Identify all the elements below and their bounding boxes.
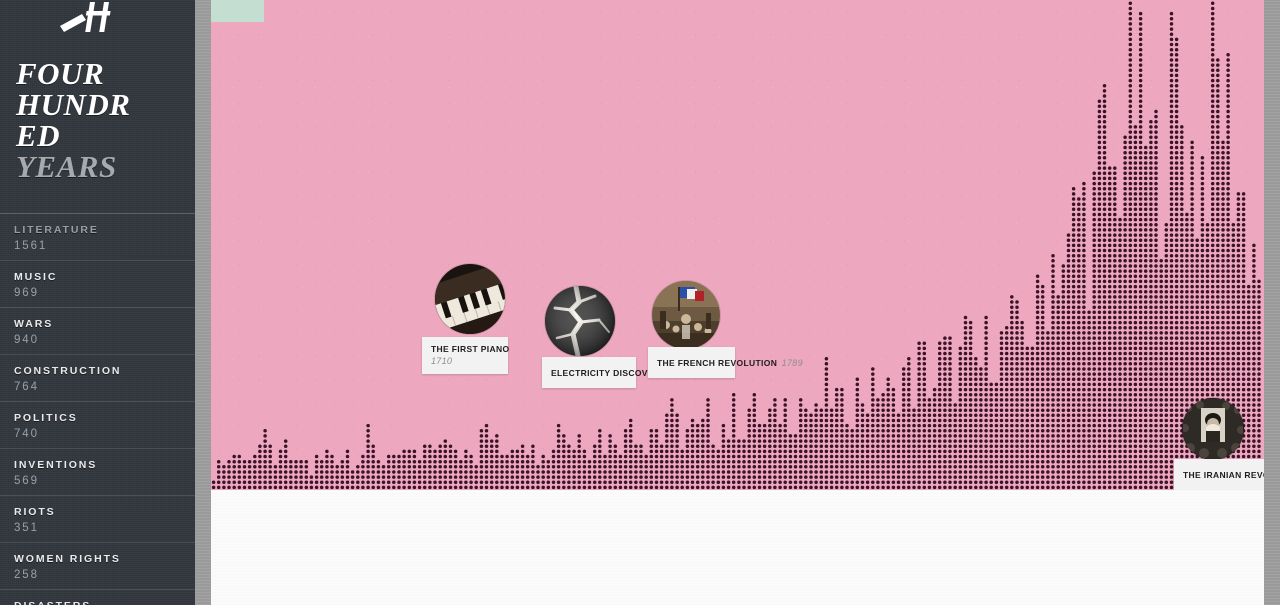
brand-line-3: ED	[16, 118, 61, 153]
khomeini-crowd-photo-icon[interactable]	[1182, 398, 1244, 460]
brand-line-1: FOUR	[16, 56, 105, 91]
annotation-label: ELECTRICITY DISCOVERED 1751	[542, 357, 698, 388]
sidebar-item-politics[interactable]: POLITICS 740	[0, 402, 195, 449]
category-value: 969	[14, 287, 39, 299]
category-name: WARS	[14, 318, 54, 330]
right-scrollbar[interactable]	[1264, 0, 1280, 605]
left-scrollbar[interactable]	[195, 0, 211, 605]
category-name: LITERATURE	[14, 224, 99, 236]
annotation-label: THE FRENCH REVOLUTION 1789	[648, 347, 803, 378]
annotation-label: THE FIRST PIANO 1710	[422, 337, 510, 374]
category-value: 1561	[14, 240, 48, 252]
sidebar-item-construction[interactable]: CONSTRUCTION 764	[0, 355, 195, 402]
category-value: 740	[14, 428, 39, 440]
dot-matrix-plot	[211, 1, 1261, 490]
annotation-title: THE FIRST PIANO	[431, 344, 510, 354]
brand-line-2: HUNDR	[16, 87, 131, 122]
sidebar-item-women-rights[interactable]: WOMEN RIGHTS 258	[0, 543, 195, 590]
category-name: WOMEN RIGHTS	[14, 553, 121, 565]
category-value: 258	[14, 569, 39, 581]
sidebar-item-riots[interactable]: RIOTS 351	[0, 496, 195, 543]
era-footer: THE BEGINNING / EARTH FORMATION / SEEDS …	[211, 490, 1264, 605]
chart-stage: THE FIRST PIANO 1710 ELECTRICITY DISCOVE…	[211, 0, 1264, 605]
category-name: RIOTS	[14, 506, 56, 518]
sidebar-item-literature[interactable]: LITERATURE 1561	[0, 214, 195, 261]
annotation-title: THE FRENCH REVOLUTION	[657, 358, 778, 368]
liberty-leading-people-photo-icon[interactable]	[652, 281, 720, 349]
timeline-chart[interactable]	[211, 0, 1264, 490]
category-name: MUSIC	[14, 271, 58, 283]
annotation-year: 1789	[781, 358, 803, 368]
category-name: INVENTIONS	[14, 459, 98, 471]
sidebar-item-music[interactable]: MUSIC 969	[0, 261, 195, 308]
annotation-year: 1710	[431, 356, 453, 366]
sidebar-item-wars[interactable]: WARS 940	[0, 308, 195, 355]
category-list: LITERATURE 1561 MUSIC 969 WARS 940 CONST…	[0, 214, 195, 605]
sidebar: FOUR HUNDR ED YEARS LITERATURE 1561 MUSI…	[0, 0, 195, 605]
category-name: POLITICS	[14, 412, 78, 424]
category-value: 569	[14, 475, 39, 487]
brand-line-4: YEARS	[16, 149, 117, 184]
four-hundred-years-logo-icon[interactable]	[60, 2, 126, 36]
category-name: DISASTERS	[14, 600, 181, 605]
annotation-title: THE IRANIAN REVOLUTION	[1183, 470, 1264, 480]
category-value: 940	[14, 334, 39, 346]
lightning-bolt-photo-icon[interactable]	[545, 286, 615, 356]
piano-keys-photo-icon[interactable]	[435, 264, 505, 334]
sidebar-item-disasters[interactable]: DISASTERS 221	[0, 590, 195, 605]
category-name: CONSTRUCTION	[14, 365, 122, 377]
category-value: 764	[14, 381, 39, 393]
page-title: FOUR HUNDR ED YEARS	[16, 58, 191, 182]
sidebar-item-inventions[interactable]: INVENTIONS 569	[0, 449, 195, 496]
category-value: 351	[14, 522, 39, 534]
annotation-label: THE IRANIAN REVOLUTION 1979	[1174, 459, 1264, 490]
